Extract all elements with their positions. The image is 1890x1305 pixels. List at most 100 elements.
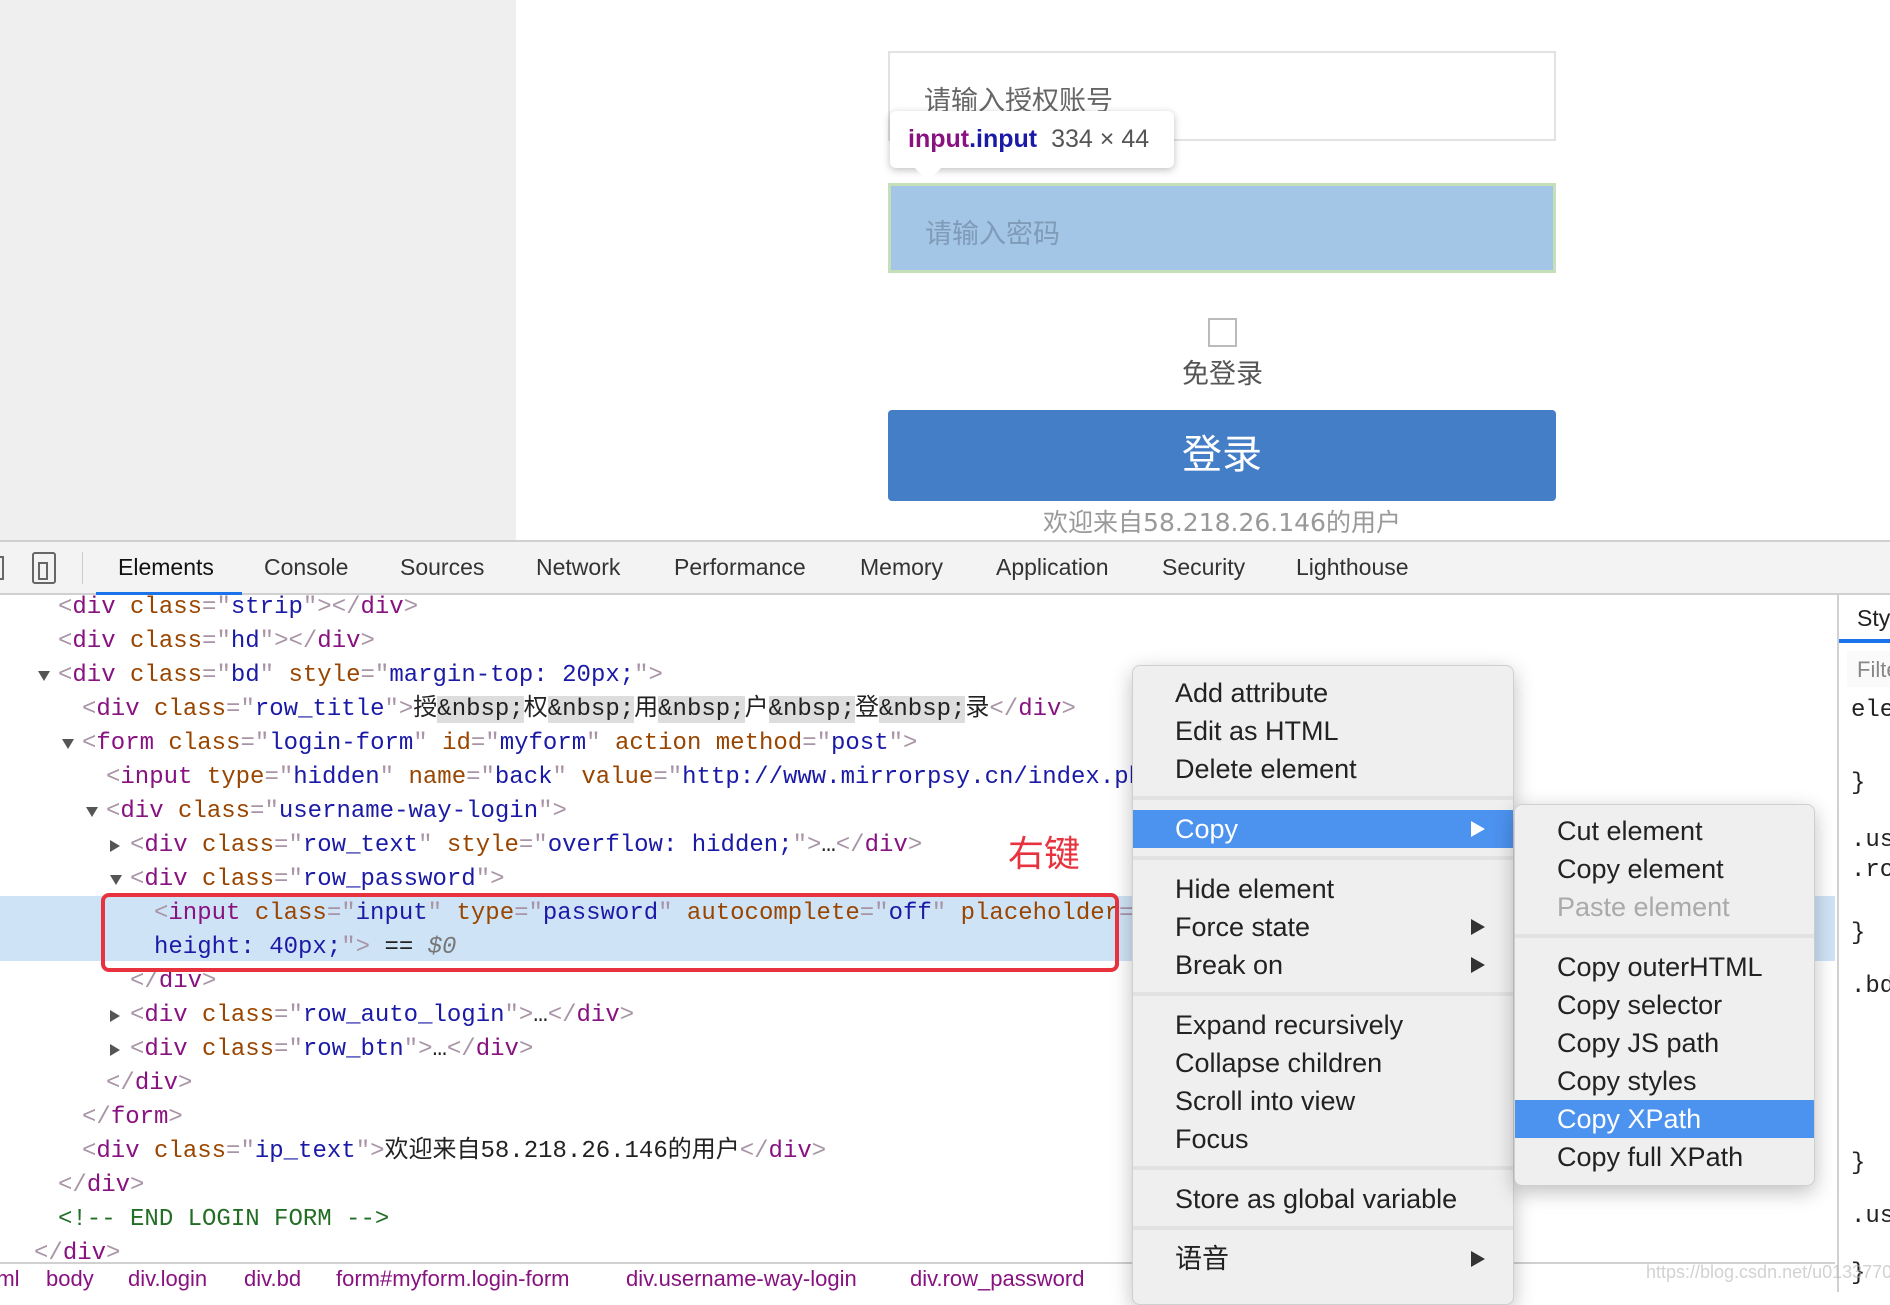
breadcrumb-item[interactable]: div.login [128,1264,207,1294]
menu-item-copy-js-path[interactable]: Copy JS path [1515,1024,1814,1062]
expand-triangle-down-icon[interactable] [38,671,50,681]
code-token: > [811,1138,827,1165]
styles-tab[interactable]: Sty [1857,605,1890,632]
dom-node-line[interactable]: <form class="login-form" id="myform" act… [0,727,1835,761]
login-button[interactable]: 登录 [888,410,1556,501]
menu-item-expand-recursively[interactable]: Expand recursively [1133,1006,1513,1044]
dom-node-line[interactable]: <!-- END LOGIN FORM --> [0,1203,1835,1237]
dom-node-markup: </div> [34,1237,120,1262]
menu-item--[interactable]: 语音 [1133,1240,1513,1278]
dom-node-line[interactable]: <input type="hidden" name="back" value="… [0,761,1835,795]
breadcrumb-item[interactable]: div.bd [244,1264,301,1294]
menu-item-copy-selector[interactable]: Copy selector [1515,986,1814,1024]
menu-item-label: Hide element [1175,874,1335,904]
menu-item-scroll-into-view[interactable]: Scroll into view [1133,1082,1513,1120]
dom-node-markup: <input type="hidden" name="back" value="… [106,761,1157,795]
dom-node-line[interactable]: <div class="bd" style="margin-top: 20px;… [0,659,1835,693]
code-token: "> [504,1002,534,1029]
code-token: class [139,696,227,723]
code-token: &nbsp; [768,696,855,723]
menu-item-copy[interactable]: Copy [1133,810,1513,848]
menu-item-label: Copy XPath [1557,1104,1702,1134]
menu-item-copy-outerhtml[interactable]: Copy outerHTML [1515,948,1814,986]
code-token: > [518,1036,534,1063]
styles-pane[interactable]: Sty Filte ele}.us.ro}.bd}.us} [1837,595,1890,1292]
breadcrumb-item[interactable]: html [0,1264,20,1294]
code-token: =" [653,764,683,791]
password-input[interactable]: 请输入密码 [888,183,1556,273]
code-token: "> [792,832,822,859]
menu-item-edit-as-html[interactable]: Edit as HTML [1133,712,1513,750]
code-token: … [432,1036,447,1063]
copy-submenu: Cut element Copy element Paste element Copy… [1514,804,1815,1186]
dom-node-markup: <div class="ip_text">欢迎来自58.218.26.146的用… [82,1135,826,1169]
tab-console[interactable]: Console [264,554,348,581]
tab-elements[interactable]: Elements [118,554,214,581]
menu-item-delete-element[interactable]: Delete element [1133,750,1513,788]
expand-triangle-right-icon[interactable] [110,840,120,852]
dom-node-line[interactable]: <div class="strip"></div> [0,595,1835,625]
breadcrumb-item[interactable]: form#myform.login-form [336,1264,569,1294]
expand-triangle-down-icon[interactable] [62,739,74,749]
code-token: style [274,662,361,689]
menu-item-copy-element[interactable]: Copy element [1515,850,1814,888]
styles-filter-input[interactable]: Filte [1847,651,1890,687]
code-token: row_btn [302,1036,404,1063]
expand-triangle-down-icon[interactable] [86,807,98,817]
device-toolbar-icon[interactable] [32,552,56,584]
menu-item-collapse-children[interactable]: Collapse children [1133,1044,1513,1082]
tab-lighthouse[interactable]: Lighthouse [1296,554,1409,581]
code-token: > [202,968,217,995]
code-token: > [1061,696,1076,723]
remember-checkbox[interactable] [1208,318,1237,347]
code-token: class [187,1002,275,1029]
expand-triangle-right-icon[interactable] [110,1010,120,1022]
code-token: " [413,730,428,757]
code-token: " [552,764,567,791]
dom-node-line[interactable]: <div class="hd"></div> [0,625,1835,659]
menu-item-hide-element[interactable]: Hide element [1133,870,1513,908]
menu-item-cut-element[interactable]: Cut element [1515,812,1814,850]
menu-item-copy-styles[interactable]: Copy styles [1515,1062,1814,1100]
menu-separator [1133,856,1513,860]
code-token: http://www.mirrorpsy.cn/index.php [682,764,1158,791]
menu-item-break-on[interactable]: Break on [1133,946,1513,984]
menu-item-label: Delete element [1175,754,1357,784]
inspect-element-icon[interactable] [0,556,4,580]
menu-item-label: Copy [1175,814,1239,844]
code-token: div [576,1002,620,1029]
tab-security[interactable]: Security [1162,554,1245,581]
code-token: </ [130,968,159,995]
code-token: </ [547,1002,577,1029]
code-token: class [187,832,275,859]
code-token: class [187,1036,275,1063]
expand-triangle-down-icon[interactable] [110,875,122,885]
tab-network[interactable]: Network [536,554,620,581]
menu-item-copy-xpath[interactable]: Copy XPath [1515,1100,1814,1138]
dom-node-markup: <div class="row_text" style="overflow: h… [130,829,922,863]
tab-performance[interactable]: Performance [674,554,806,581]
code-token: div [144,1036,188,1063]
code-token: div [86,1172,131,1199]
dom-node-line[interactable]: </div> [0,1237,1835,1262]
menu-item-add-attribute[interactable]: Add attribute [1133,674,1513,712]
menu-item-copy-full-xpath[interactable]: Copy full XPath [1515,1138,1814,1176]
menu-item-force-state[interactable]: Force state [1133,908,1513,946]
tab-sources[interactable]: Sources [400,554,484,581]
menu-item-label: Scroll into view [1175,1086,1356,1116]
dom-node-line[interactable]: <div class="row_title">授&nbsp;权&nbsp;用&n… [0,693,1835,727]
code-token: overflow: hidden; [547,832,793,859]
menu-item-paste-element: Paste element [1515,888,1814,926]
menu-item-store-as-global-variable[interactable]: Store as global variable [1133,1180,1513,1218]
tab-memory[interactable]: Memory [860,554,943,581]
code-token: div [144,832,188,859]
tab-application[interactable]: Application [996,554,1109,581]
menu-item-focus[interactable]: Focus [1133,1120,1513,1158]
menu-separator [1133,992,1513,996]
breadcrumb-item[interactable]: body [46,1264,94,1294]
breadcrumb-item[interactable]: div.row_password [910,1264,1084,1294]
code-token: =" [274,1036,303,1063]
expand-triangle-right-icon[interactable] [110,1044,120,1056]
breadcrumb-item[interactable]: div.username-way-login [626,1264,857,1294]
code-token: … [533,1002,548,1029]
